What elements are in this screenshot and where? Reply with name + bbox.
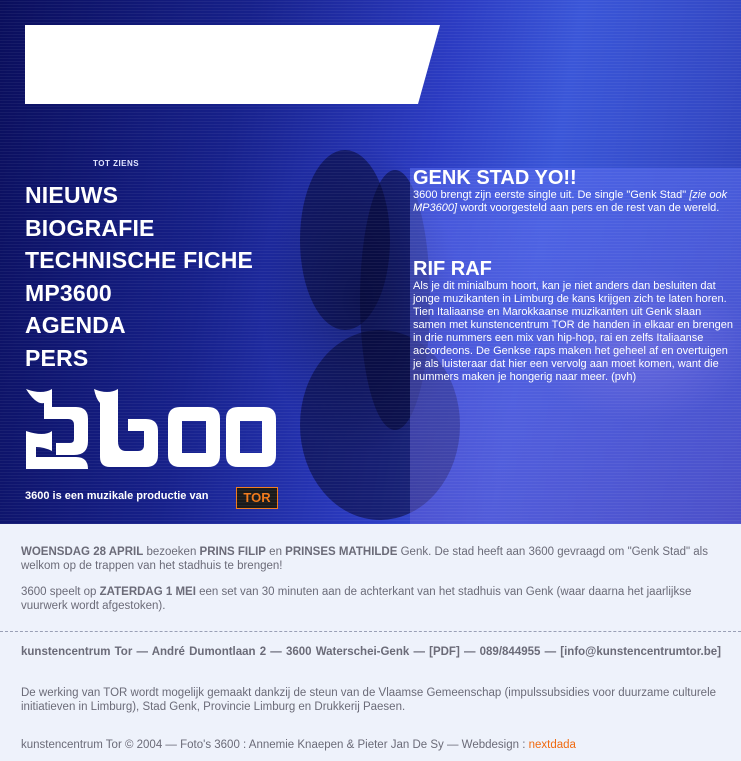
footer-credits: kunstencentrum Tor © 2004 — Foto's 3600 … — [21, 739, 576, 751]
production-credit: 3600 is een muzikale productie van — [25, 490, 209, 502]
header-white-box — [25, 25, 418, 104]
announcement-royal-visit: WOENSDAG 28 APRIL bezoeken PRINS FILIP e… — [21, 546, 708, 572]
news-title: RIF RAF — [413, 258, 492, 280]
news-body: Als je dit minialbum hoort, kan je niet … — [413, 280, 734, 383]
nav-item-nieuws[interactable]: NIEUWS — [25, 179, 253, 212]
3600-logo: 3600 — [26, 389, 276, 469]
announcement-concert: 3600 speelt op ZATERDAG 1 MEI een set va… — [21, 586, 692, 612]
nav-item-mp3600[interactable]: MP3600 — [25, 277, 253, 310]
email-link[interactable]: info@kunstencentrumtor.be — [564, 646, 717, 658]
footer-support: De werking van TOR wordt mogelijk gemaak… — [21, 687, 717, 713]
contact-address: kunstencentrum Tor — André Dumontlaan 2 … — [21, 646, 410, 658]
header-white-box-tail — [418, 25, 440, 104]
footer-divider — [0, 631, 741, 632]
news-item-rif-raf: RIF RAF Als je dit minialbum hoort, kan … — [413, 258, 735, 384]
pdf-link[interactable]: PDF — [433, 646, 456, 658]
news-title: GENK STAD YO!! — [413, 167, 577, 189]
nav-item-biografie[interactable]: BIOGRAFIE — [25, 212, 253, 245]
nav-item-agenda[interactable]: AGENDA — [25, 309, 253, 342]
main-nav: NIEUWS BIOGRAFIE TECHNISCHE FICHE MP3600… — [25, 179, 253, 374]
news-item-genk-stad: GENK STAD YO!! 3600 brengt zijn eerste s… — [413, 167, 735, 215]
nextdada-link[interactable]: nextdada — [529, 739, 576, 751]
photo-sign: TOT ZIENS — [93, 159, 140, 168]
footer-contact: kunstencentrum Tor — André Dumontlaan 2 … — [21, 646, 721, 658]
hero-banner: TOT ZIENS NIEUWS BIOGRAFIE TECHNISCHE FI… — [0, 0, 741, 524]
phone-number: 089/844955 — [479, 646, 541, 658]
nav-item-technische-fiche[interactable]: TECHNISCHE FICHE — [25, 244, 253, 277]
nav-item-pers[interactable]: PERS — [25, 342, 253, 375]
tor-logo[interactable]: TOR — [236, 487, 278, 509]
news-body: 3600 brengt zijn eerste single uit. De s… — [413, 189, 728, 214]
